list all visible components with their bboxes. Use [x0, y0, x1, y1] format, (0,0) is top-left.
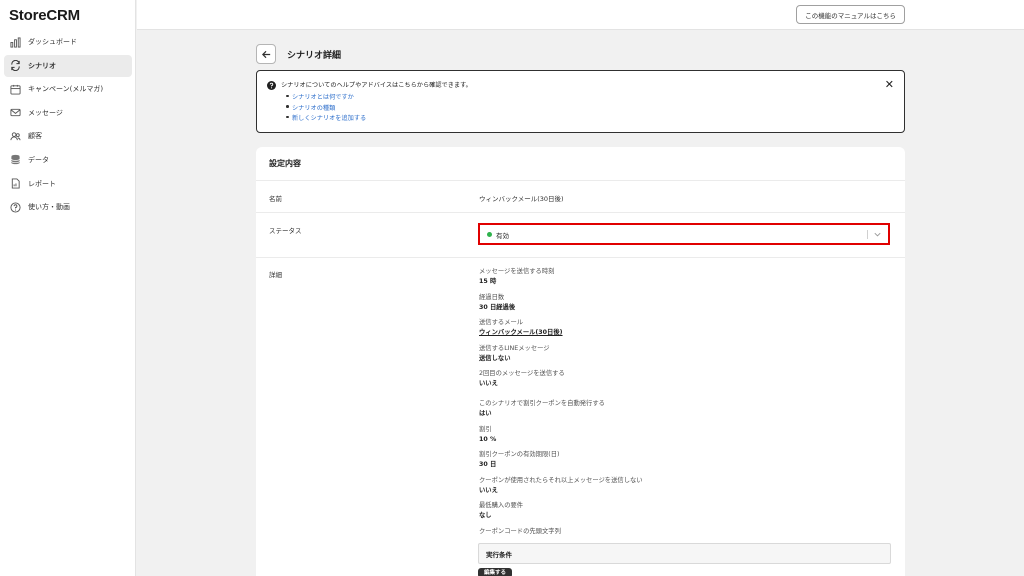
sidebar-item-label: データ	[28, 155, 49, 164]
sidebar-item-data[interactable]: データ	[4, 149, 132, 171]
condition-box: 実行条件	[478, 543, 891, 564]
detail-value: 30 日経過後	[479, 303, 516, 311]
help-links: シナリオとは何ですか シナリオの種類 新しくシナリオを追加する	[286, 92, 366, 124]
select-separator	[867, 230, 868, 239]
detail-label: クーポンコードの先頭文字列	[479, 527, 561, 535]
help-link-add-scenario[interactable]: 新しくシナリオを追加する	[286, 113, 366, 124]
status-select[interactable]: 有効	[478, 223, 890, 245]
details-list: メッセージを送信する時刻 15 時 経過日数 30 日経過後 送信するメール ウ…	[479, 267, 899, 537]
settings-card: 設定内容 名前 ウィンバックメール(30日後) ステータス 有効 詳細 メッセー…	[256, 147, 905, 576]
email-link[interactable]: ウィンバックメール(30日後)	[479, 328, 899, 338]
divider	[256, 180, 905, 181]
sidebar: StoreCRM ダッシュボード シナリオ キャンペーン(メルマガ) メッセージ	[0, 0, 136, 576]
help-circle-icon	[10, 202, 21, 213]
status-label: ステータス	[269, 227, 302, 235]
sidebar-item-label: シナリオ	[28, 61, 56, 70]
database-icon	[10, 154, 21, 165]
sidebar-item-label: 使い方・動画	[28, 203, 70, 212]
detail-value: いいえ	[479, 380, 498, 387]
detail-label: 2回目のメッセージを送信する	[479, 370, 565, 377]
detail-label: 送信するメール	[479, 319, 524, 326]
detail-value: 30 日	[479, 461, 497, 468]
detail-value: 送信しない	[479, 354, 511, 362]
sidebar-item-label: ダッシュボード	[28, 38, 77, 46]
detail-label: このシナリオで割引クーポンを自動発行する	[479, 400, 605, 407]
refresh-icon	[10, 60, 21, 72]
detail-label: 送信するLINEメッセージ	[479, 344, 550, 352]
sidebar-item-dashboard[interactable]: ダッシュボード	[4, 31, 132, 53]
status-select-value: 有効	[496, 232, 509, 240]
name-label: 名前	[269, 195, 282, 203]
divider	[256, 257, 905, 258]
detail-label: 最低購入の要件	[479, 502, 524, 509]
manual-button[interactable]: この機能のマニュアルはこちら	[796, 5, 905, 24]
mail-icon	[10, 107, 21, 118]
detail-value: 15 時	[479, 278, 497, 285]
back-button[interactable]	[256, 44, 276, 64]
sidebar-item-message[interactable]: メッセージ	[4, 102, 132, 124]
help-link-scenario-types[interactable]: シナリオの種類	[286, 103, 366, 114]
details-label: 詳細	[269, 271, 282, 279]
divider	[256, 212, 905, 213]
sidebar-item-report[interactable]: レポート	[4, 173, 132, 195]
help-banner: シナリオについてのヘルプやアドバイスはこちらから確認できます。 シナリオとは何で…	[256, 70, 905, 133]
bar-chart-icon	[10, 36, 21, 48]
calendar-icon	[10, 84, 21, 95]
top-bar: この機能のマニュアルはこちら	[137, 0, 1024, 30]
page-title: シナリオ詳細	[287, 51, 342, 61]
sidebar-item-help[interactable]: 使い方・動画	[4, 196, 132, 218]
detail-value: なし	[479, 512, 492, 519]
users-icon	[10, 131, 21, 142]
detail-label: メッセージを送信する時刻	[479, 268, 555, 275]
sidebar-item-label: メッセージ	[28, 108, 63, 117]
question-circle-icon	[267, 81, 276, 90]
condition-title: 実行条件	[486, 551, 512, 559]
chevron-down-icon[interactable]	[873, 230, 882, 239]
detail-label: 割引クーポンの有効期限(日)	[479, 451, 560, 458]
close-icon[interactable]: ✕	[885, 78, 894, 91]
sidebar-item-label: 顧客	[28, 132, 42, 141]
arrow-left-icon	[261, 50, 270, 58]
sidebar-item-label: キャンペーン(メルマガ)	[28, 85, 104, 94]
detail-label: クーポンが使用されたらそれ以上メッセージを送信しない	[479, 476, 643, 484]
sidebar-item-campaign[interactable]: キャンペーン(メルマガ)	[4, 78, 132, 100]
help-link-what-is-scenario[interactable]: シナリオとは何ですか	[286, 92, 366, 103]
sidebar-item-label: レポート	[28, 179, 56, 188]
settings-title: 設定内容	[269, 159, 301, 168]
detail-label: 経過日数	[479, 293, 505, 301]
detail-value: 10 %	[479, 435, 497, 443]
sidebar-item-scenario[interactable]: シナリオ	[4, 54, 132, 77]
sidebar-item-customers[interactable]: 顧客	[4, 125, 132, 147]
detail-label: 割引	[479, 425, 492, 433]
help-banner-text: シナリオについてのヘルプやアドバイスはこちらから確認できます。	[281, 82, 472, 89]
name-value: ウィンバックメール(30日後)	[479, 195, 564, 203]
detail-value: はい	[479, 410, 492, 417]
detail-value: いいえ	[479, 486, 498, 494]
sidebar-nav: ダッシュボード シナリオ キャンペーン(メルマガ) メッセージ 顧客 データ レ…	[4, 31, 132, 220]
status-dot	[487, 232, 492, 237]
edit-button[interactable]: 編集する	[478, 568, 512, 576]
report-icon	[10, 178, 21, 189]
brand-logo: StoreCRM	[9, 7, 80, 24]
